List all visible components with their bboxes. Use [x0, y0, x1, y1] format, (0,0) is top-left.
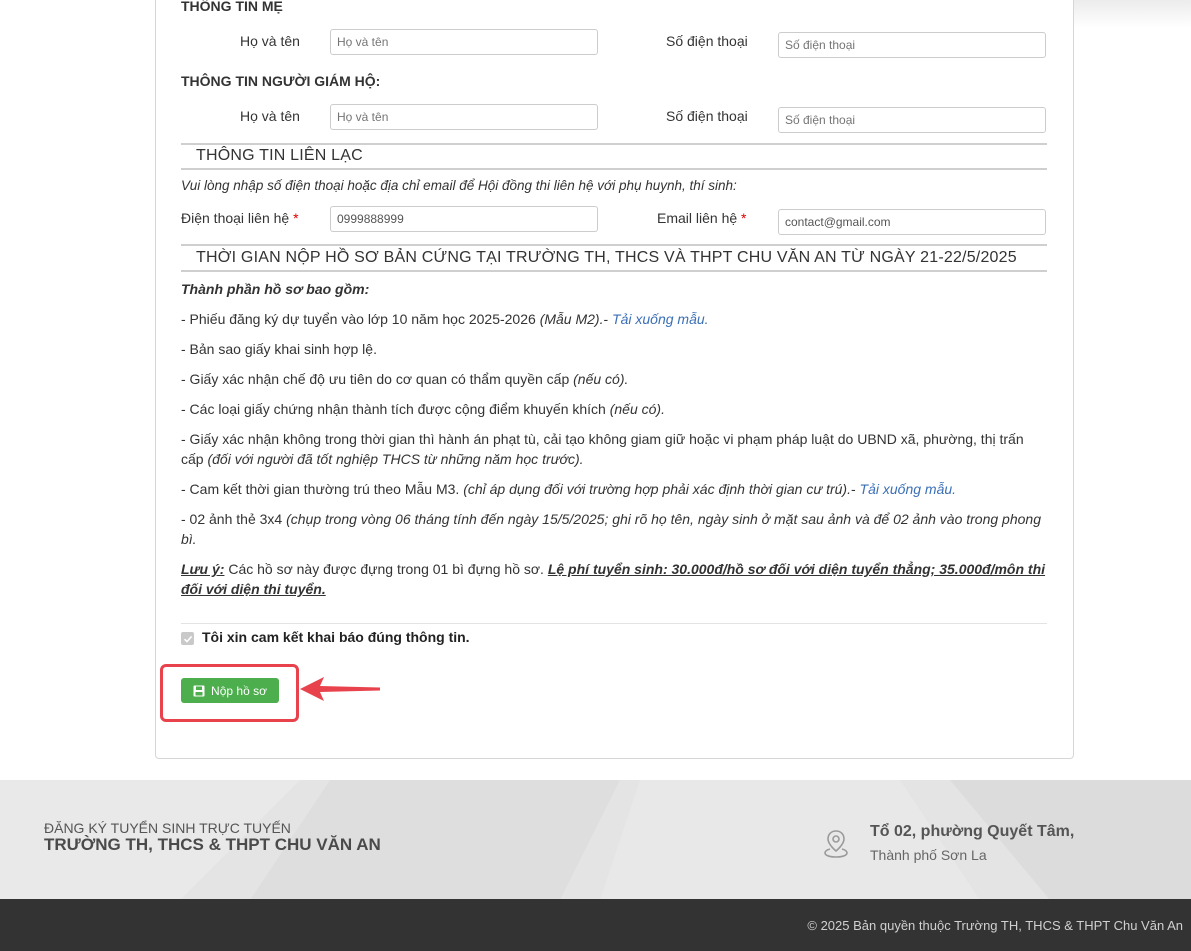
item-text: - Giấy xác nhận không trong thời gian th… — [181, 431, 1024, 447]
item-text: - 02 ảnh thẻ 3x4 — [181, 511, 287, 527]
download-template-link[interactable]: Tải xuống mẫu. — [860, 481, 957, 497]
mother-phone-input[interactable] — [778, 32, 1046, 58]
fee-text: đối với diện thi tuyển. — [181, 581, 326, 597]
item-note: (chụp trong vòng 06 tháng tính đến ngày … — [286, 511, 1041, 527]
pointer-arrow-icon — [300, 677, 380, 701]
footer-school-name: TRƯỜNG TH, THCS & THPT CHU VĂN AN — [44, 835, 381, 854]
item-text-line2: cấp (đối với người đã tốt nghiệp THCS từ… — [181, 449, 1051, 469]
contact-email-label: Email liên hệ * — [657, 210, 747, 226]
contact-email-label-text: Email liên hệ — [657, 210, 738, 226]
divider — [181, 623, 1047, 624]
commit-label[interactable]: Tôi xin cam kết khai báo đúng thông tin. — [202, 629, 470, 645]
contact-email-input[interactable] — [778, 209, 1046, 235]
fee-text: Lệ phí tuyển sinh: 30.000đ/hồ sơ đối với… — [547, 561, 1046, 577]
contact-phone-label-text: Điện thoại liên hệ — [181, 210, 290, 226]
footer-address-line2: Thành phố Sơn La — [870, 847, 987, 863]
item-sep: - — [603, 311, 613, 327]
download-template-link[interactable]: Tải xuống mẫu. — [612, 311, 709, 327]
item-text: - Phiếu đăng ký dự tuyển vào lớp 10 năm … — [181, 311, 540, 327]
divider — [181, 244, 1047, 246]
location-pin-icon — [824, 830, 848, 858]
footer: ĐĂNG KÝ TUYỂN SINH TRỰC TUYẾN TRƯỜNG TH,… — [0, 780, 1191, 900]
mother-section-title: THÔNG TIN MẸ — [181, 0, 283, 14]
note-label: Lưu ý: — [181, 561, 225, 577]
save-icon — [193, 685, 205, 696]
footer-address-line1: Tổ 02, phường Quyết Tâm, — [870, 823, 1075, 840]
contact-heading: THÔNG TIN LIÊN LẠC — [196, 147, 363, 164]
mother-phone-label: Số điện thoại — [666, 33, 748, 49]
item-text: - Các loại giấy chứng nhận thành tích đư… — [181, 401, 610, 417]
document-item-6: - Cam kết thời gian thường trú theo Mẫu … — [181, 479, 956, 499]
submit-button[interactable]: Nộp hồ sơ — [181, 678, 279, 703]
document-item-7: - 02 ảnh thẻ 3x4 (chụp trong vòng 06 thá… — [181, 509, 1051, 549]
item-note: bì. — [181, 531, 197, 547]
documents-heading: THỜI GIAN NỘP HỒ SƠ BẢN CỨNG TẠI TRƯỜNG … — [196, 249, 1017, 266]
item-sep: - — [850, 481, 860, 497]
document-item-3: - Giấy xác nhận chế độ ưu tiên do cơ qua… — [181, 369, 628, 389]
item-note: (nếu có). — [573, 371, 629, 387]
document-item-2: - Bản sao giấy khai sinh hợp lệ. — [181, 341, 377, 357]
item-text: cấp — [181, 451, 208, 467]
document-item-1: - Phiếu đăng ký dự tuyển vào lớp 10 năm … — [181, 309, 709, 329]
contact-note: Vui lòng nhập số điện thoại hoặc địa chỉ… — [181, 178, 737, 193]
check-icon — [183, 635, 192, 643]
guardian-phone-label: Số điện thoại — [666, 108, 748, 124]
contact-phone-label: Điện thoại liên hệ * — [181, 210, 299, 226]
guardian-name-label: Họ và tên — [240, 108, 300, 124]
item-note: (đối với người đã tốt nghiệp THCS từ nhữ… — [207, 451, 584, 467]
contact-phone-input[interactable] — [330, 206, 598, 232]
mother-name-input[interactable] — [330, 29, 598, 55]
guardian-section-title: THÔNG TIN NGƯỜI GIÁM HỘ: — [181, 73, 381, 89]
item-note: (Mẫu M2). — [539, 311, 604, 327]
note-text: Các hồ sơ này được đựng trong 01 bì đựng… — [224, 561, 548, 577]
documents-intro: Thành phần hồ sơ bao gồm: — [181, 281, 370, 297]
required-mark: * — [741, 210, 747, 226]
item-note: (nếu có). — [609, 401, 665, 417]
documents-note: Lưu ý: Các hồ sơ này được đựng trong 01 … — [181, 559, 1051, 599]
divider — [181, 270, 1047, 272]
copyright-bar: © 2025 Bản quyền thuộc Trường TH, THCS &… — [0, 899, 1191, 951]
guardian-phone-input[interactable] — [778, 107, 1046, 133]
item-note: (chỉ áp dụng đối với trường hợp phải xác… — [463, 481, 851, 497]
document-item-5: - Giấy xác nhận không trong thời gian th… — [181, 429, 1051, 469]
commit-checkbox[interactable] — [181, 632, 194, 645]
mother-name-label: Họ và tên — [240, 33, 300, 49]
item-text: - Giấy xác nhận chế độ ưu tiên do cơ qua… — [181, 371, 574, 387]
item-text: - Cam kết thời gian thường trú theo Mẫu … — [181, 481, 464, 497]
guardian-name-input[interactable] — [330, 104, 598, 130]
footer-subtitle: ĐĂNG KÝ TUYỂN SINH TRỰC TUYẾN — [44, 820, 291, 836]
submit-label: Nộp hồ sơ — [211, 683, 267, 698]
required-mark: * — [293, 210, 299, 226]
divider — [181, 143, 1047, 145]
divider — [181, 168, 1047, 170]
document-item-4: - Các loại giấy chứng nhận thành tích đư… — [181, 399, 665, 419]
copyright-text: © 2025 Bản quyền thuộc Trường TH, THCS &… — [807, 918, 1183, 933]
